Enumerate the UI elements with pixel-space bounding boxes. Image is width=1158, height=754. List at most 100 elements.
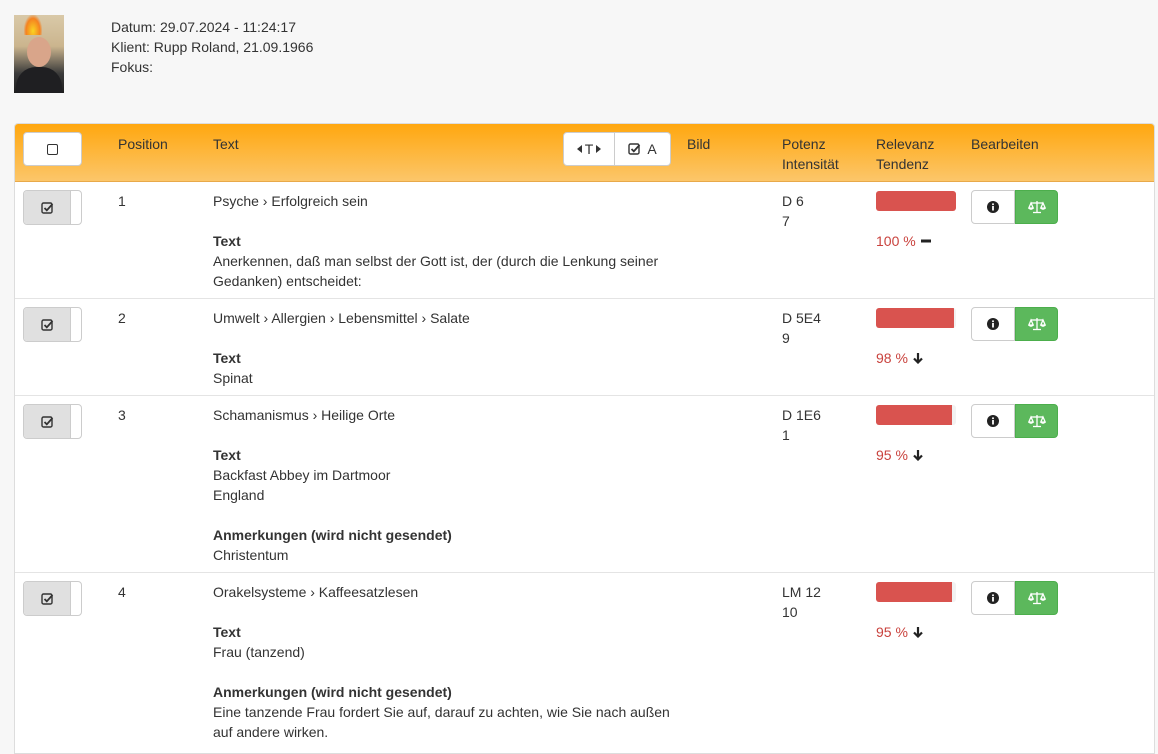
- row-relevanz: 95 %: [876, 582, 956, 642]
- note-line: Eine tanzende Frau fordert Sie auf, dara…: [213, 704, 670, 720]
- text-line: Anerkennen, daß man selbst der Gott ist,…: [213, 253, 659, 269]
- row-checkbox[interactable]: [23, 190, 82, 225]
- results-table: Position Text T A Bild Potenz Intensität…: [14, 123, 1155, 754]
- row-text: Orakelsysteme › Kaffeesatzlesen Text Fra…: [213, 582, 683, 742]
- table-header: Position Text T A Bild Potenz Intensität…: [15, 124, 1154, 182]
- page-header: Datum: 29.07.2024 - 11:24:17 Klient: Rup…: [0, 0, 1158, 123]
- note-label: Anmerkungen (wird nicht gesendet): [213, 527, 452, 543]
- relevanz-percent: 95 %: [876, 622, 956, 642]
- check-square-icon: [40, 201, 53, 214]
- relevanz-percent-text: 100 %: [876, 233, 916, 249]
- balance-scale-icon: [1027, 201, 1046, 214]
- caret-left-icon: [576, 145, 582, 153]
- text-label: Text: [213, 447, 241, 463]
- row-checkbox[interactable]: [23, 404, 82, 439]
- row-potenz: D 1E6 1: [782, 405, 821, 445]
- column-tendenz-label: Tendenz: [876, 156, 929, 172]
- toggle-text-button[interactable]: T: [563, 132, 615, 166]
- klient-text: Klient: Rupp Roland, 21.09.1966: [111, 39, 314, 55]
- table-row: 3 Schamanismus › Heilige Orte Text Backf…: [15, 396, 1154, 573]
- info-icon: [987, 201, 999, 213]
- row-potenz: D 5E4 9: [782, 308, 821, 348]
- text-line: Frau (tanzend): [213, 644, 305, 660]
- session-meta: Datum: 29.07.2024 - 11:24:17 Klient: Rup…: [111, 17, 313, 77]
- arrow-down-icon: [913, 450, 923, 461]
- potenz-value: LM 12: [782, 584, 821, 600]
- text-line: England: [213, 487, 265, 503]
- check-square-icon: [40, 415, 53, 428]
- checkbox-empty-icon: [47, 143, 58, 155]
- caret-right-icon: [596, 145, 602, 153]
- row-potenz: D 6 7: [782, 191, 804, 231]
- text-label: Text: [213, 233, 241, 249]
- table-row: 1 Psyche › Erfolgreich sein Text Anerken…: [15, 182, 1154, 299]
- toggle-t-label: T: [584, 141, 594, 157]
- potenz-value: D 1E6: [782, 407, 821, 423]
- intensitaet-value: 9: [782, 330, 790, 346]
- arrow-down-icon: [913, 627, 923, 638]
- relevanz-bar: [876, 191, 956, 211]
- info-button[interactable]: [971, 581, 1015, 615]
- note-line: Christentum: [213, 547, 289, 563]
- relevanz-bar-fill: [876, 405, 952, 425]
- row-checkbox[interactable]: [23, 581, 82, 616]
- toggle-all-button[interactable]: A: [615, 132, 671, 166]
- info-button[interactable]: [971, 190, 1015, 224]
- column-relevanz: Relevanz Tendenz: [876, 134, 934, 174]
- text-label: Text: [213, 350, 241, 366]
- info-button[interactable]: [971, 404, 1015, 438]
- note-line: auf andere wirken.: [213, 724, 329, 740]
- arrow-down-icon: [913, 353, 923, 364]
- text-line: Gedanken) entscheidet:: [213, 273, 362, 289]
- row-text: Umwelt › Allergien › Lebensmittel › Sala…: [213, 308, 683, 388]
- row-relevanz: 100 %: [876, 191, 956, 251]
- relevanz-bar: [876, 582, 956, 602]
- column-potenz: Potenz Intensität: [782, 134, 839, 174]
- column-text: Text: [213, 136, 239, 152]
- intensitaet-value: 1: [782, 427, 790, 443]
- balance-button[interactable]: [1015, 190, 1058, 224]
- column-potenz-label: Potenz: [782, 136, 826, 152]
- info-button[interactable]: [971, 307, 1015, 341]
- row-path: Schamanismus › Heilige Orte: [213, 407, 396, 423]
- relevanz-percent-text: 95 %: [876, 624, 908, 640]
- row-edit-group: [971, 307, 1058, 341]
- select-all-checkbox[interactable]: [23, 132, 82, 166]
- column-intensitaet-label: Intensität: [782, 156, 839, 172]
- toggle-a-label: A: [647, 141, 657, 157]
- potenz-value: D 5E4: [782, 310, 821, 326]
- relevanz-bar: [876, 308, 956, 328]
- row-checkbox[interactable]: [23, 307, 82, 342]
- table-row: 2 Umwelt › Allergien › Lebensmittel › Sa…: [15, 299, 1154, 396]
- balance-button[interactable]: [1015, 404, 1058, 438]
- intensitaet-value: 10: [782, 604, 798, 620]
- text-label: Text: [213, 624, 241, 640]
- balance-button[interactable]: [1015, 581, 1058, 615]
- row-relevanz: 98 %: [876, 308, 956, 368]
- relevanz-percent: 100 %: [876, 231, 956, 251]
- text-line: Spinat: [213, 370, 253, 386]
- row-position: 4: [118, 584, 126, 600]
- balance-scale-icon: [1027, 318, 1046, 331]
- relevanz-bar-fill: [876, 191, 956, 211]
- column-position: Position: [118, 136, 168, 152]
- relevanz-percent: 95 %: [876, 445, 956, 465]
- text-line: Backfast Abbey im Dartmoor: [213, 467, 391, 483]
- relevanz-percent-text: 95 %: [876, 447, 908, 463]
- table-row: 4 Orakelsysteme › Kaffeesatzlesen Text F…: [15, 573, 1154, 753]
- fokus-text: Fokus:: [111, 59, 154, 75]
- column-bild: Bild: [687, 136, 711, 152]
- row-text: Schamanismus › Heilige Orte Text Backfas…: [213, 405, 683, 565]
- balance-button[interactable]: [1015, 307, 1058, 341]
- row-position: 1: [118, 193, 126, 209]
- row-position: 2: [118, 310, 126, 326]
- client-avatar: [14, 15, 64, 93]
- row-path: Umwelt › Allergien › Lebensmittel › Sala…: [213, 310, 470, 326]
- text-display-toggle-group: T A: [563, 132, 671, 166]
- row-text: Psyche › Erfolgreich sein Text Anerkenne…: [213, 191, 683, 291]
- info-icon: [987, 415, 999, 427]
- check-square-icon: [40, 592, 53, 605]
- intensitaet-value: 7: [782, 213, 790, 229]
- info-icon: [987, 318, 999, 330]
- relevanz-bar-fill: [876, 582, 952, 602]
